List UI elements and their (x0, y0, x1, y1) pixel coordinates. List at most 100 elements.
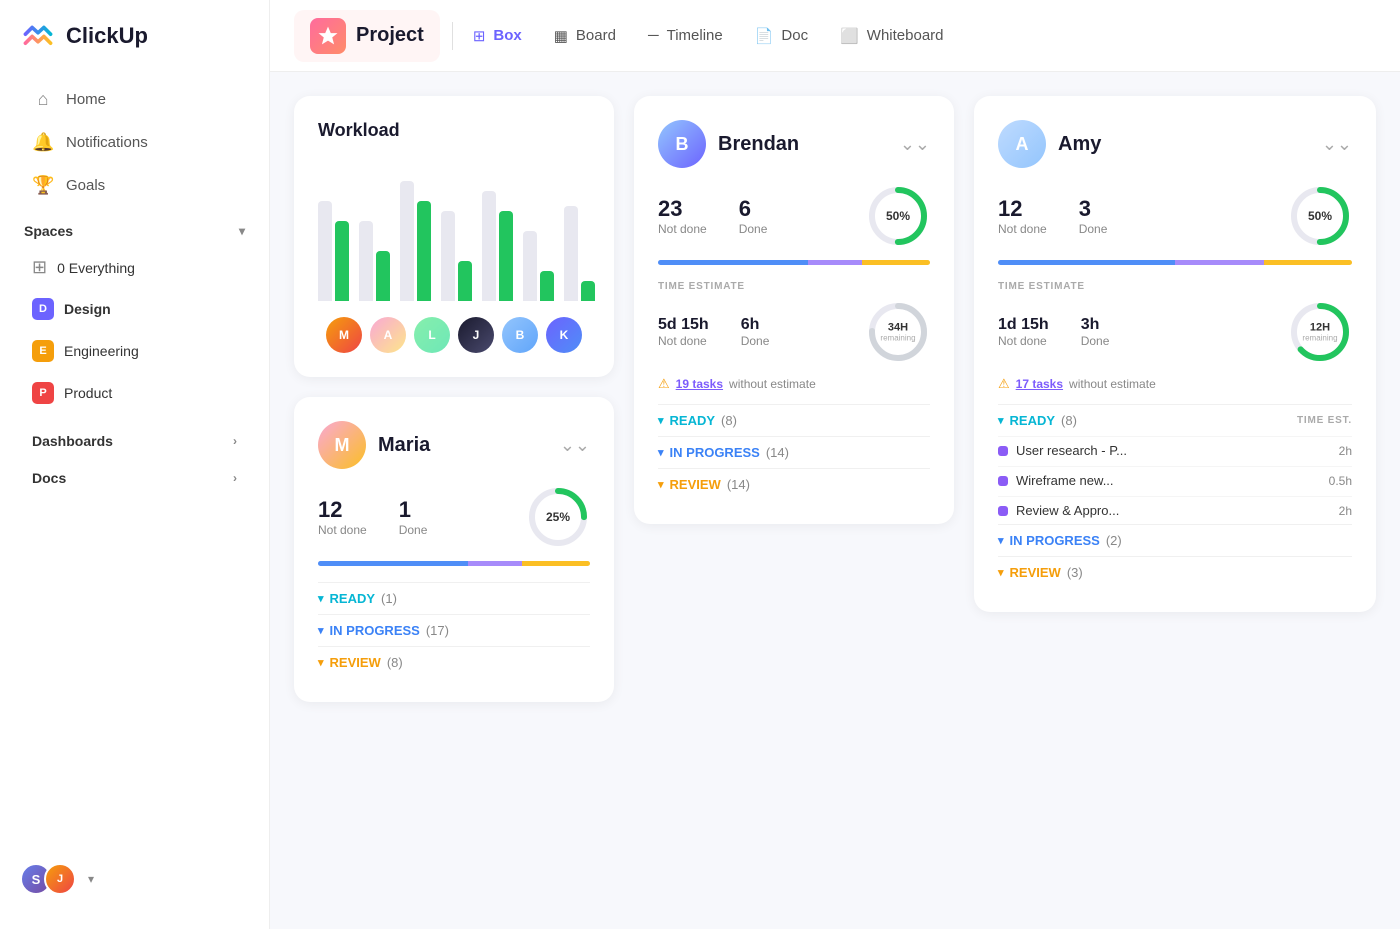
brendan-expand-icon[interactable]: ⌄⌄ (900, 134, 930, 155)
sidebar-item-design[interactable]: D Design (8, 289, 261, 329)
home-icon: ⌂ (32, 89, 54, 110)
maria-percent-label: 25% (546, 510, 570, 524)
brendan-ready-toggle[interactable]: ▾ READY (8) (658, 404, 930, 436)
bar-col-6 (523, 231, 554, 301)
brendan-review-toggle[interactable]: ▾ REVIEW (14) (658, 468, 930, 500)
amy-review-toggle[interactable]: ▾ REVIEW (3) (998, 556, 1352, 588)
maria-ready-toggle[interactable]: ▾ READY (1) (318, 582, 590, 614)
brendan-inprogress-label: IN PROGRESS (670, 445, 760, 460)
amy-warning-row: ⚠ 17 tasks without estimate (998, 376, 1352, 392)
maria-done-label: Done (399, 523, 428, 537)
sidebar-item-everything[interactable]: ⊞ 0 Everything (8, 248, 261, 287)
design-label: Design (64, 301, 111, 317)
timeline-icon: ─ (648, 27, 659, 44)
bar-wrap-5 (482, 191, 513, 301)
maria-ready-label: READY (330, 591, 376, 606)
maria-avatar: M (318, 421, 366, 469)
brendan-time-estimate-label: TIME ESTIMATE (658, 281, 930, 292)
sidebar-item-docs[interactable]: Docs › (8, 460, 261, 496)
footer-chevron-icon[interactable]: ▾ (88, 872, 94, 886)
brendan-inprogress-toggle[interactable]: ▾ IN PROGRESS (14) (658, 436, 930, 468)
design-badge: D (32, 298, 54, 320)
main-content: Project ⊞ Box ▦ Board ─ Timeline 📄 Doc ⬜… (270, 0, 1400, 929)
header-nav-timeline[interactable]: ─ Timeline (632, 19, 739, 52)
sidebar-item-goals[interactable]: 🏆 Goals (8, 165, 261, 206)
header-nav-doc[interactable]: 📄 Doc (739, 19, 824, 53)
task-time-1: 2h (1339, 444, 1352, 458)
whiteboard-icon: ⬜ (840, 27, 859, 45)
brendan-remaining-val: 34H (880, 322, 915, 334)
amy-inprogress-toggle[interactable]: ▾ IN PROGRESS (2) (998, 524, 1352, 556)
brendan-remaining-label: remaining (880, 334, 915, 343)
amy-donut: 50% (1288, 184, 1352, 248)
doc-icon: 📄 (755, 27, 774, 45)
bar-gray-4 (441, 211, 455, 301)
bar-wrap-2 (359, 221, 390, 301)
brendan-not-done-stat: 23 Not done (658, 196, 707, 236)
amy-time-not-done-label: Not done (998, 334, 1049, 348)
amy-ready-chevron: ▾ (998, 414, 1004, 427)
brendan-avatar: B (658, 120, 706, 168)
amy-name: Amy (1058, 133, 1101, 156)
amy-review-chevron: ▾ (998, 566, 1004, 579)
brendan-warning-tasks[interactable]: 19 tasks (676, 377, 723, 391)
doc-label: Doc (781, 27, 808, 44)
maria-inprogress-label: IN PROGRESS (330, 623, 420, 638)
amy-warning-tasks[interactable]: 17 tasks (1016, 377, 1063, 391)
content-area: Workload (270, 72, 1400, 929)
sidebar-item-engineering[interactable]: E Engineering (8, 331, 261, 371)
sidebar-item-notifications[interactable]: 🔔 Notifications (8, 122, 261, 163)
amy-time-done-label: Done (1081, 334, 1110, 348)
project-button[interactable]: Project (294, 10, 440, 62)
brendan-time-row: 5d 15h Not done 6h Done (658, 300, 930, 364)
bar-green-4 (458, 261, 472, 301)
maria-pb-blue (318, 561, 468, 566)
brendan-warning-row: ⚠ 19 tasks without estimate (658, 376, 930, 392)
header-nav-whiteboard[interactable]: ⬜ Whiteboard (824, 19, 959, 53)
sidebar-item-product[interactable]: P Product (8, 373, 261, 413)
amy-time-done-val: 3h (1081, 316, 1110, 334)
bar-col-2 (359, 221, 390, 301)
bar-wrap-6 (523, 231, 554, 301)
sidebar-item-dashboards[interactable]: Dashboards › (8, 423, 261, 459)
workload-avatar-6: K (546, 317, 582, 353)
amy-not-done-number: 12 (998, 196, 1047, 222)
bar-gray-7 (564, 206, 578, 301)
header-nav-box[interactable]: ⊞ Box (457, 19, 538, 53)
maria-inprogress-count: (17) (426, 623, 449, 638)
maria-review-toggle[interactable]: ▾ REVIEW (8) (318, 646, 590, 678)
maria-expand-icon[interactable]: ⌄⌄ (560, 435, 590, 456)
bar-green-7 (581, 281, 595, 301)
amy-expand-icon[interactable]: ⌄⌄ (1322, 134, 1352, 155)
sidebar-item-home[interactable]: ⌂ Home (8, 79, 261, 120)
workload-avatar-3: L (414, 317, 450, 353)
timeline-label: Timeline (667, 27, 723, 44)
maria-done-stat: 1 Done (399, 497, 428, 537)
header-nav-board[interactable]: ▦ Board (538, 19, 632, 53)
amy-task-list: User research - P... 2h Wireframe new...… (998, 436, 1352, 524)
spaces-section-header[interactable]: Spaces ▾ (0, 207, 269, 247)
board-icon: ▦ (554, 27, 568, 45)
trophy-icon: 🏆 (32, 175, 54, 196)
engineering-label: Engineering (64, 343, 139, 359)
amy-time-not-done-val: 1d 15h (998, 316, 1049, 334)
bar-gray-6 (523, 231, 537, 301)
brendan-time-not-done-val: 5d 15h (658, 316, 709, 334)
brendan-remaining-donut: 34H remaining (866, 300, 930, 364)
amy-ready-toggle[interactable]: ▾ READY (8) (998, 413, 1077, 428)
amy-ready-count: (8) (1061, 413, 1077, 428)
amy-warning-icon: ⚠ (998, 376, 1010, 392)
maria-pb-yellow (522, 561, 590, 566)
maria-done-number: 1 (399, 497, 428, 523)
brendan-ready-chevron: ▾ (658, 414, 664, 427)
maria-inprogress-toggle[interactable]: ▾ IN PROGRESS (17) (318, 614, 590, 646)
workload-avatar-1: M (326, 317, 362, 353)
amy-remaining-label: remaining (1302, 334, 1337, 343)
amy-column: A Amy ⌄⌄ 12 Not done 3 Done (974, 96, 1376, 612)
logo: ClickUp (0, 18, 269, 78)
amy-pb-blue (998, 260, 1175, 265)
amy-done-number: 3 (1079, 196, 1108, 222)
brendan-warning-text: without estimate (729, 377, 816, 391)
brendan-inprogress-chevron: ▾ (658, 446, 664, 459)
bar-wrap-7 (564, 206, 595, 301)
